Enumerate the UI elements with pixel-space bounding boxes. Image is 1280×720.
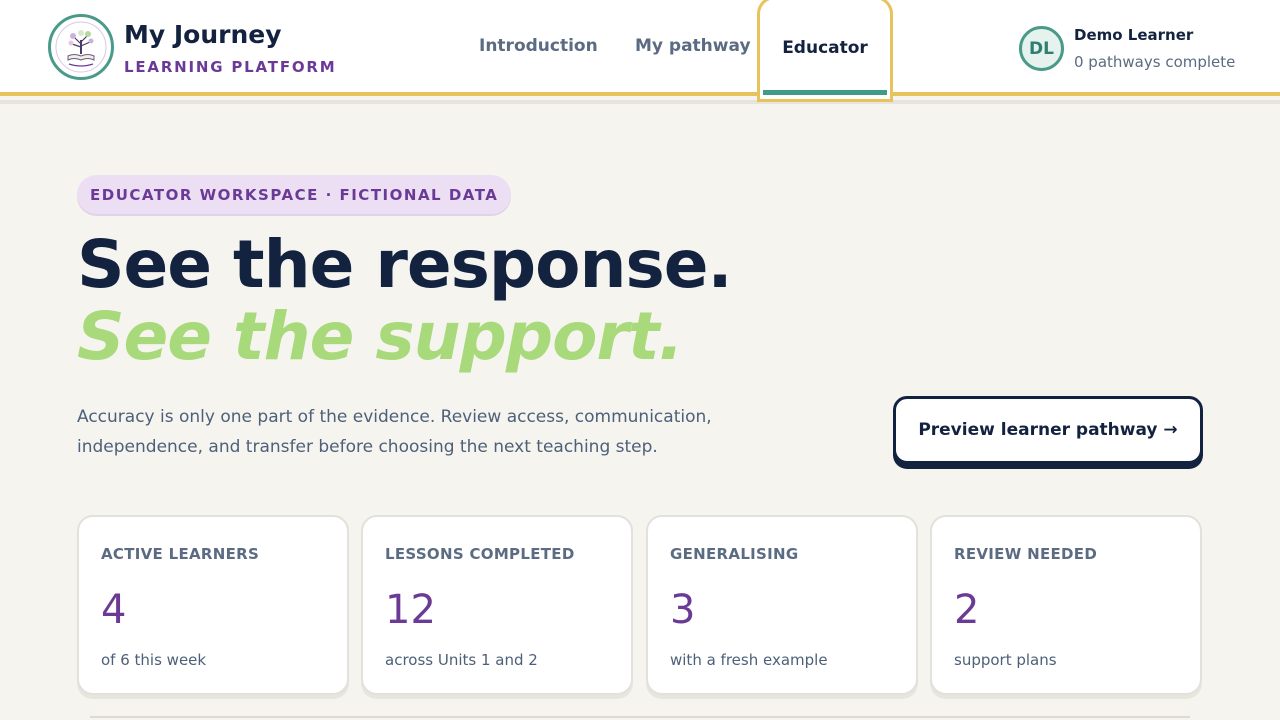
stat-card-lessons-completed: LESSONS COMPLETED 12 across Units 1 and … bbox=[361, 515, 633, 695]
stat-card-review-needed: REVIEW NEEDED 2 support plans bbox=[930, 515, 1202, 695]
tree-book-logo-icon[interactable] bbox=[48, 14, 114, 80]
stat-note: with a fresh example bbox=[670, 651, 828, 669]
stat-note: across Units 1 and 2 bbox=[385, 651, 538, 669]
stat-value: 2 bbox=[954, 587, 980, 633]
stat-value: 4 bbox=[101, 587, 127, 633]
user-status: 0 pathways complete bbox=[1074, 53, 1236, 71]
stat-label: REVIEW NEEDED bbox=[954, 545, 1098, 563]
hero-title-line2: See the support. bbox=[77, 298, 684, 375]
stat-card-active-learners: ACTIVE LEARNERS 4 of 6 this week bbox=[77, 515, 349, 695]
stat-note: of 6 this week bbox=[101, 651, 207, 669]
active-tab-indicator bbox=[763, 90, 887, 95]
user-name: Demo Learner bbox=[1074, 26, 1194, 44]
stat-note: support plans bbox=[954, 651, 1057, 669]
hero-title-line1: See the response. bbox=[77, 226, 733, 303]
section-divider bbox=[90, 716, 1190, 718]
nav-educator[interactable]: Educator bbox=[757, 0, 893, 102]
workspace-badge: EDUCATOR WORKSPACE · FICTIONAL DATA bbox=[77, 175, 512, 214]
stat-value: 12 bbox=[385, 587, 436, 633]
nav-my-pathway[interactable]: My pathway bbox=[635, 36, 751, 56]
stat-label: GENERALISING bbox=[670, 545, 799, 563]
nav-introduction[interactable]: Introduction bbox=[479, 36, 598, 56]
stat-label: ACTIVE LEARNERS bbox=[101, 545, 260, 563]
stat-card-generalising: GENERALISING 3 with a fresh example bbox=[646, 515, 918, 695]
brand-subtitle: LEARNING PLATFORM bbox=[124, 58, 337, 76]
avatar[interactable]: DL bbox=[1019, 26, 1064, 71]
nav-educator-label: Educator bbox=[782, 38, 868, 58]
preview-pathway-button[interactable]: Preview learner pathway → bbox=[893, 396, 1203, 464]
brand-title: My Journey bbox=[124, 20, 282, 49]
stat-value: 3 bbox=[670, 587, 696, 633]
header-divider bbox=[0, 100, 1280, 104]
hero-description: Accuracy is only one part of the evidenc… bbox=[77, 407, 712, 457]
stat-label: LESSONS COMPLETED bbox=[385, 545, 575, 563]
